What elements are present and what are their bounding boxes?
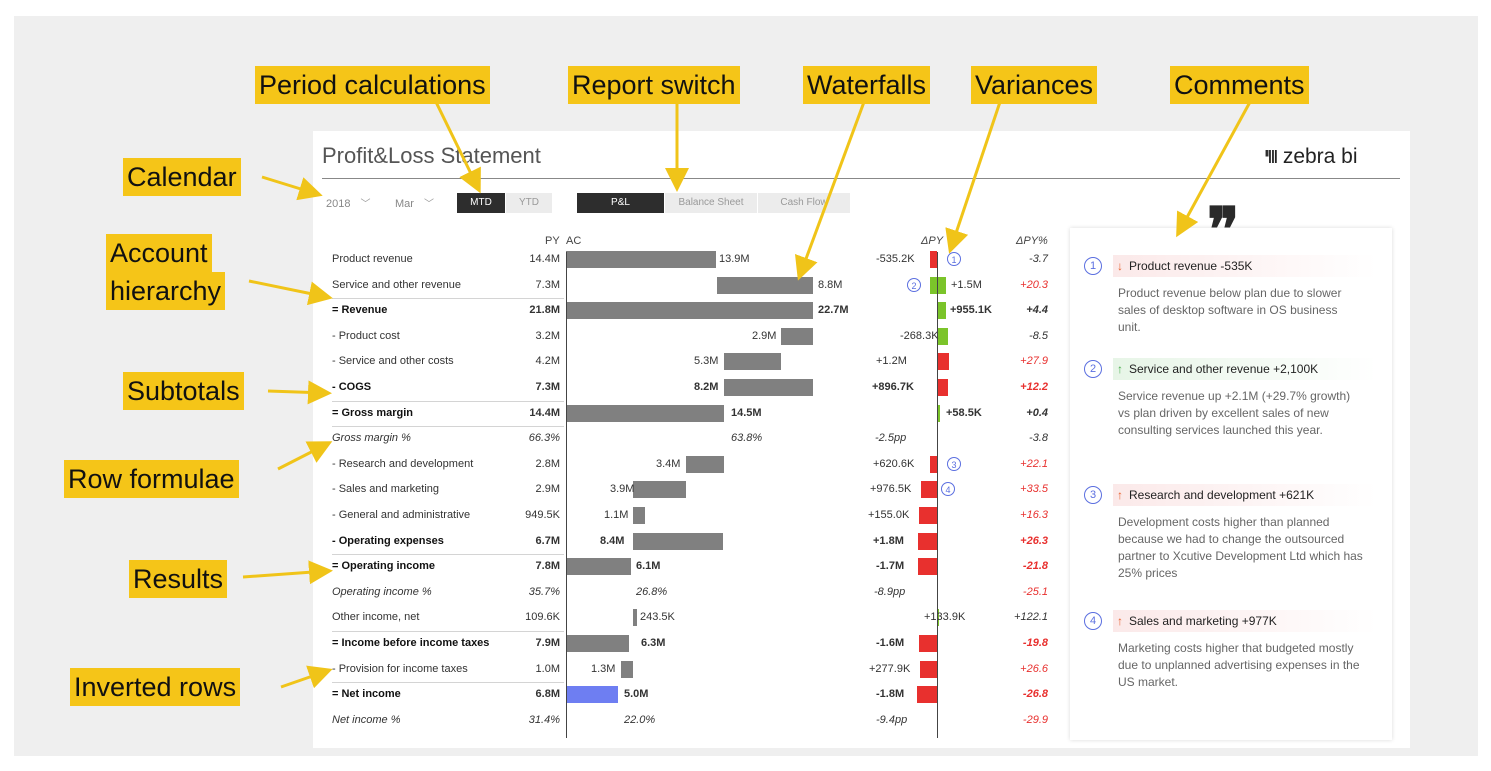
callout-comments: Comments: [1170, 66, 1309, 104]
callout-hierarchy: hierarchy: [106, 272, 226, 310]
arrow-inverted-rows: [280, 665, 333, 689]
callout-period-calculations: Period calculations: [255, 66, 490, 104]
callout-report-switch: Report switch: [568, 66, 740, 104]
callout-waterfalls: Waterfalls: [803, 66, 931, 104]
arrow-row-formulae: [277, 441, 333, 471]
callout-row-formulae: Row formulae: [64, 460, 239, 498]
callout-subtotals: Subtotals: [123, 372, 244, 410]
arrow-account-hierarchy: [248, 279, 333, 306]
arrow-period: [434, 101, 481, 194]
arrow-waterfalls: [794, 101, 866, 281]
callout-calendar: Calendar: [123, 158, 241, 196]
callout-inverted-rows: Inverted rows: [70, 668, 241, 706]
callout-variances: Variances: [971, 66, 1098, 104]
arrow-calendar: [261, 175, 323, 201]
arrow-subtotals: [267, 380, 332, 405]
arrow-comments: [1176, 101, 1252, 238]
callout-results: Results: [129, 560, 228, 598]
arrow-results: [242, 560, 333, 585]
callout-account: Account: [106, 234, 212, 272]
arrow-variances: [945, 101, 1002, 254]
